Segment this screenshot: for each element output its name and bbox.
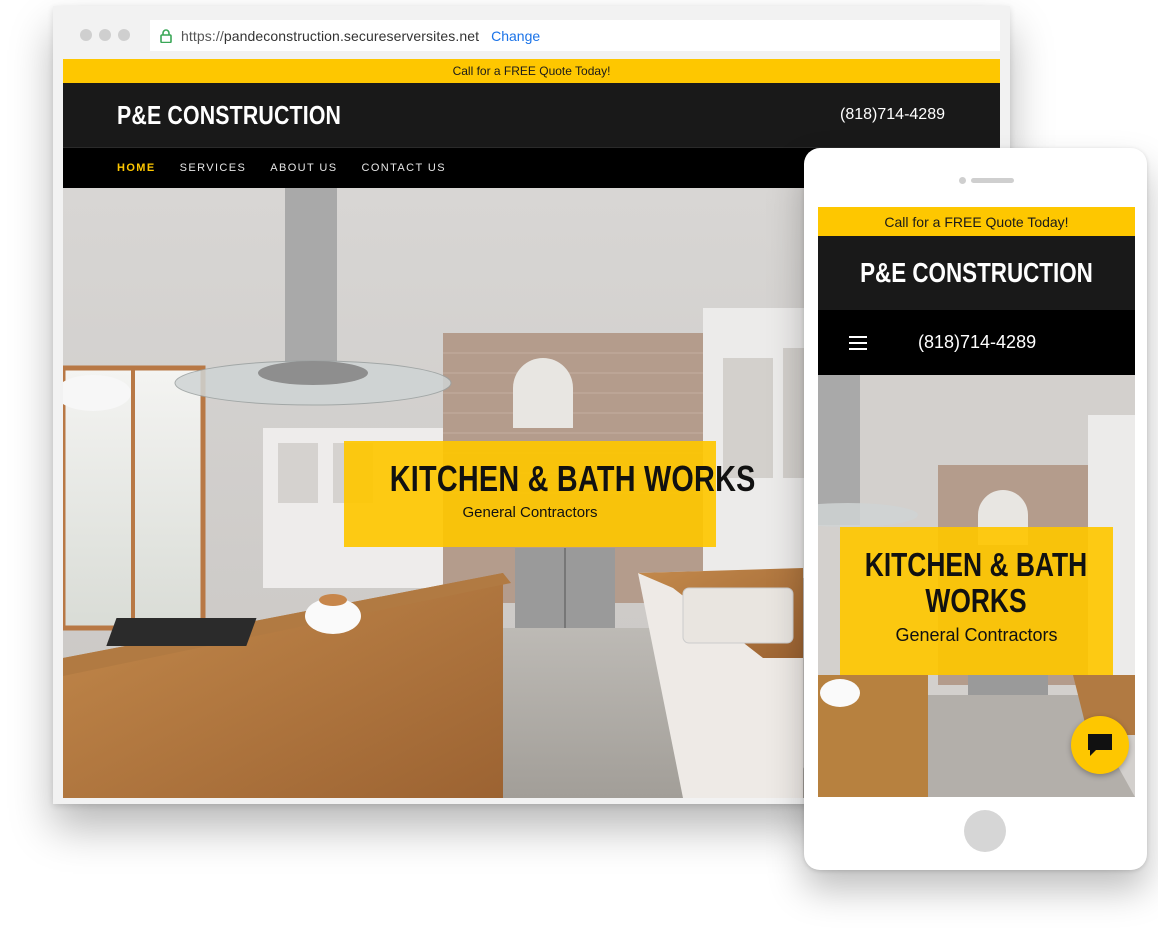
mobile-hero-title: KITCHEN & BATH WORKS [864,546,1088,619]
hero-subtitle: General Contractors [462,504,598,521]
nav-item-home[interactable]: HOME [117,162,156,174]
mobile-hero-subtitle: General Contractors [895,625,1058,645]
mobile-device-mockup: Call for a FREE Quote Today! P&E CONSTRU… [804,148,1147,870]
url-scheme: https:// [181,27,224,44]
mobile-phone-number[interactable]: (818)714-4289 [918,332,1036,353]
url-text[interactable]: https://pandeconstruction.secureserversi… [181,28,479,44]
url-host: pandeconstruction.secureserversites.net [223,27,480,44]
mobile-site-logo[interactable]: P&E CONSTRUCTION [860,257,1093,289]
hero-title: KITCHEN & BATH WORKS [389,458,756,499]
mobile-hero-card: KITCHEN & BATH WORKS General Contractors [840,527,1113,675]
window-dot-minimize[interactable] [99,29,111,41]
nav-item-about-us[interactable]: ABOUT US [270,162,337,174]
nav-item-contact-us[interactable]: CONTACT US [361,162,446,174]
nav-item-services[interactable]: SERVICES [180,162,247,174]
window-dot-maximize[interactable] [118,29,130,41]
speaker-grille [971,178,1014,183]
camera-dot [959,177,966,184]
mobile-header: P&E CONSTRUCTION [818,236,1135,310]
window-dot-close[interactable] [80,29,92,41]
chat-button[interactable] [1071,716,1129,774]
change-link[interactable]: Change [491,28,540,44]
chat-bubble-icon [1088,734,1112,756]
lock-icon [160,28,172,43]
home-button[interactable] [964,810,1006,852]
mobile-nav-bar: (818)714-4289 [818,310,1135,375]
site-header: P&E CONSTRUCTION (818)714-4289 [63,83,1000,147]
hamburger-icon[interactable] [849,335,867,350]
site-logo[interactable]: P&E CONSTRUCTION [117,100,341,131]
mobile-promo-banner[interactable]: Call for a FREE Quote Today! [818,207,1135,236]
hero-card: KITCHEN & BATH WORKS General Contractors [344,441,755,547]
phone-number[interactable]: (818)714-4289 [840,106,945,124]
website-mobile: Call for a FREE Quote Today! P&E CONSTRU… [818,207,1135,797]
mobile-hero-section: KITCHEN & BATH WORKS General Contractors [818,375,1135,797]
promo-banner[interactable]: Call for a FREE Quote Today! [63,59,1000,83]
browser-toolbar: https://pandeconstruction.secureserversi… [53,6,1010,60]
window-controls [80,29,130,41]
address-bar[interactable]: https://pandeconstruction.secureserversi… [150,20,1000,51]
